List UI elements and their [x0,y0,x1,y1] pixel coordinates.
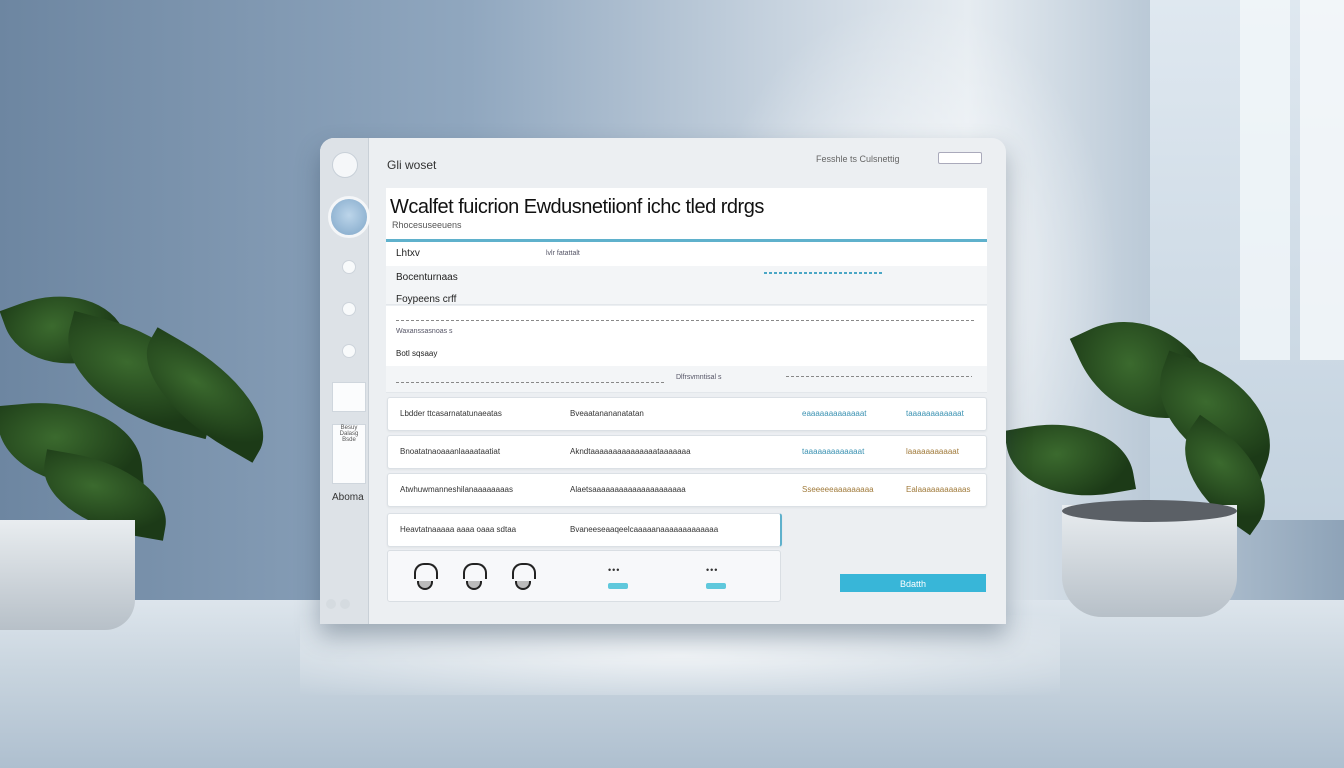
window-pane [1240,0,1290,360]
page-title: Wcalfet fuicrion Ewdusnetiionf ichc tled… [390,196,764,218]
sidebar-item-dot[interactable] [342,344,356,358]
card-col-4: Ealaaaaaaaaaaas [906,485,971,494]
row-value: lvlr fatattalt [546,250,580,257]
row-value: Dlfrsvmntisal s [676,374,722,381]
dots-icon: ••• [706,565,719,575]
card-col-2: Alaetsaaaaaaaaaaaaaaaaaaaaa [570,485,686,494]
dot-icon[interactable] [340,599,350,609]
card-col-1: Heavtatnaaaaa aaaa oaaa sdtaa [400,525,517,534]
card-col-2: Bvaneeseaaqeelcaaaaanaaaaaaaaaaaaa [570,525,719,534]
dot-icon[interactable] [326,599,336,609]
card-col-3: Sseeeeeaaaaaaaaa [802,485,874,494]
user-face-icon[interactable] [463,563,487,590]
row-value: Waxanssasnoas s [396,328,453,335]
home-icon[interactable] [332,152,358,178]
list-item[interactable]: Atwhuwmanneshilanaaaaaaaas Alaetsaaaaaaa… [387,473,987,507]
list-item[interactable]: Bnoatatnaoaaanlaaaataatiat Akndtaaaaaaaa… [387,435,987,469]
card-col-1: Bnoatatnaoaaanlaaaataatiat [400,447,501,456]
table-row[interactable]: Lhtxv lvlr fatattalt [386,242,987,267]
sidebar-bottom-controls [326,596,354,614]
dots-icon: ••• [608,565,621,575]
app-title: Gli woset [387,158,437,172]
top-right-link[interactable]: Fesshle ts Culsnettig [816,154,900,164]
table-row[interactable]: Waxanssasnoas s [386,306,987,341]
card-col-3: taaaaaaaaaaaaat [802,447,865,456]
user-face-icon[interactable] [414,563,438,590]
plant-pot-rim [1062,500,1237,522]
row-label: Botl sqsaay [396,349,438,358]
sidebar-label: Aboma [332,492,364,503]
avatar[interactable] [328,196,370,238]
sidebar-item-dot[interactable] [342,260,356,274]
sidebar-card-button[interactable] [332,382,366,412]
list-item[interactable]: Heavtatnaaaaa aaaa oaaa sdtaa Bvaneeseaa… [387,513,782,547]
desk-highlight [300,615,1060,695]
row-hint-line [396,320,976,321]
card-col-2: Bveaatanananatatan [570,409,644,418]
row-label: Lhtxv [396,248,420,259]
table-row[interactable]: Dlfrsvmntisal s [386,366,987,393]
row-label: Bocenturnaas [396,272,458,283]
window-pane [1300,0,1344,360]
sidebar-card-text: Besuy Dalasg Bsde [339,425,359,443]
table-row[interactable]: Foypeens crff [386,288,987,305]
plant-pot-left [0,520,135,630]
app-window: Besuy Dalasg Bsde Aboma Gli woset Fesshl… [320,138,1006,624]
card-col-1: Atwhuwmanneshilanaaaaaaaas [400,485,513,494]
row-hint-line [764,272,884,274]
card-col-2: Akndtaaaaaaaaaaaaaaataaaaaaa [570,447,691,456]
table-row[interactable]: Botl sqsaay [386,340,987,367]
card-col-3: eaaaaaaaaaaaaat [802,409,867,418]
card-col-4: laaaaaaaaaaat [906,447,959,456]
list-item[interactable]: Lbdder ttcasarnatatunaeatas Bveaatananan… [387,397,987,431]
status-pill[interactable] [706,583,726,589]
user-face-icon[interactable] [512,563,536,590]
sidebar: Besuy Dalasg Bsde Aboma [320,138,370,624]
status-pill[interactable] [608,583,628,589]
page-subtitle: Rhocesuseeuens [392,220,462,230]
row-label: Foypeens crff [396,294,457,305]
card-col-4: taaaaaaaaaaaat [906,409,964,418]
row-hint-line [396,382,666,383]
sidebar-card[interactable]: Besuy Dalasg Bsde [332,424,366,484]
icon-panel: ••• ••• [387,550,781,602]
sidebar-item-dot[interactable] [342,302,356,316]
row-hint-line [786,376,972,377]
card-col-1: Lbdder ttcasarnatatunaeatas [400,409,502,418]
top-search-input[interactable] [938,152,982,164]
primary-action-button[interactable]: Bdatth [840,574,986,592]
